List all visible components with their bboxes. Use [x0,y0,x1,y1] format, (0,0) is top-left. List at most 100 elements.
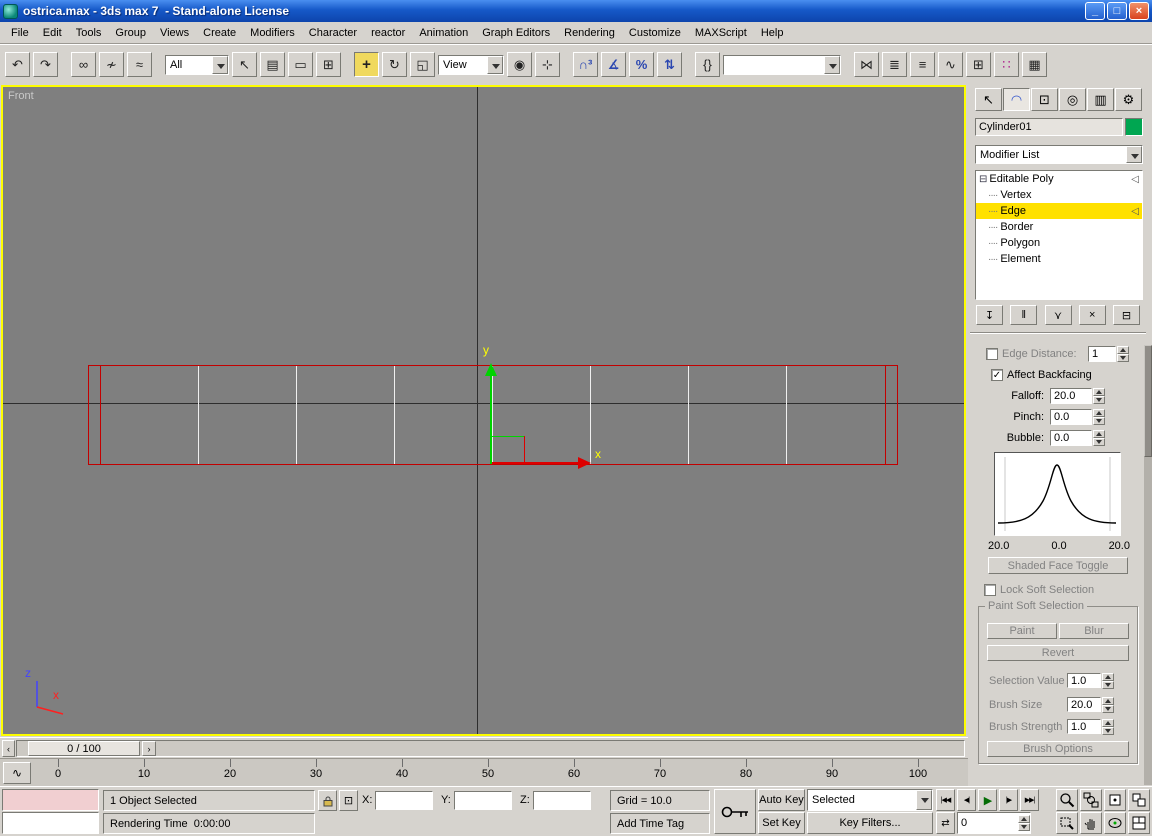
tab-display[interactable]: ▥ [1087,88,1114,111]
zoom-extents-icon[interactable] [1104,789,1126,811]
close-button[interactable]: × [1129,2,1149,20]
brush-size-field[interactable] [1067,697,1101,712]
menu-item[interactable]: Modifiers [243,24,302,42]
next-frame-arrow-button[interactable]: › [142,741,156,756]
min-max-toggle-icon[interactable] [1128,812,1150,834]
modifier-stack-item[interactable]: Element [976,251,1142,267]
paint-button[interactable]: Paint [987,623,1057,639]
maximize-button[interactable]: □ [1107,2,1127,20]
tab-modify[interactable]: ◠ [1003,88,1030,111]
playback-button[interactable]: ▶ [978,789,997,811]
menu-item[interactable]: Edit [36,24,69,42]
tab-motion[interactable]: ◎ [1059,88,1086,111]
select-object-icon[interactable]: ↖ [232,52,257,77]
playback-button[interactable]: ▶▶| [1020,789,1039,811]
y-coordinate-field[interactable] [454,791,512,810]
undo-icon[interactable]: ↶ [5,52,30,77]
gizmo-y-arrowhead[interactable] [485,363,497,376]
select-and-manipulate-icon[interactable]: ⊹ [535,52,560,77]
tab-hierarchy[interactable]: ⊡ [1031,88,1058,111]
menu-item[interactable]: Create [196,24,243,42]
falloff-input[interactable] [1051,389,1091,403]
menu-item[interactable]: reactor [364,24,412,42]
angle-snap-icon[interactable]: ∡ [601,52,626,77]
add-time-tag[interactable]: Add Time Tag [610,813,710,834]
falloff-spinner[interactable] [1093,388,1105,404]
percent-snap-icon[interactable]: % [629,52,654,77]
modifier-stack-item[interactable]: Polygon [976,235,1142,251]
pin-stack-icon[interactable]: ↧ [976,305,1003,325]
selection-value-spinner[interactable] [1102,673,1114,689]
gizmo-x-axis-handle[interactable] [492,462,578,464]
select-and-link-icon[interactable]: ∞ [71,52,96,77]
named-selection-sets-icon[interactable]: {} [695,52,720,77]
menu-item[interactable]: Tools [69,24,109,42]
coordinate-system-dropdown[interactable]: View [438,55,504,75]
auto-key-button[interactable]: Auto Key [758,789,805,811]
scrollbar-thumb[interactable] [1144,345,1152,457]
object-name-field[interactable] [975,118,1123,136]
chevron-down-icon[interactable] [487,56,503,74]
tab-utilities[interactable]: ⚙ [1115,88,1142,111]
playback-button[interactable]: |▶ [999,789,1018,811]
gizmo-xy-plane-handle[interactable] [524,436,525,464]
render-setup-icon[interactable]: ▦ [1022,52,1047,77]
expander-icon[interactable]: ⊟ [979,174,987,185]
edge-distance-input[interactable] [1089,347,1115,361]
current-frame-input[interactable] [958,813,1018,833]
menu-item[interactable]: Group [108,24,153,42]
y-coordinate-input[interactable] [455,792,511,809]
key-filters-button[interactable]: Key Filters... [807,812,933,834]
named-selection-dropdown[interactable] [723,55,841,75]
curve-editor-icon[interactable]: ∿ [938,52,963,77]
modifier-stack-item[interactable]: ⊟ Editable Poly ◁ [976,171,1142,187]
timeline-ruler[interactable]: ∿ 0102030405060708090100 [0,758,968,786]
shaded-face-toggle-button[interactable]: Shaded Face Toggle [988,557,1128,574]
pinch-spinner[interactable] [1093,409,1105,425]
modifier-list-dropdown[interactable]: Modifier List [975,145,1143,164]
spinner-snap-icon[interactable]: ⇅ [657,52,682,77]
z-coordinate-input[interactable] [534,792,590,809]
menu-item[interactable]: Rendering [557,24,622,42]
pinch-field[interactable] [1050,409,1092,425]
remove-modifier-icon[interactable]: × [1079,305,1106,325]
edge-distance-field[interactable] [1088,346,1116,362]
menu-item[interactable]: Character [302,24,364,42]
mirror-icon[interactable]: ⋈ [854,52,879,77]
selection-lock-icon[interactable] [318,790,337,811]
select-and-rotate-icon[interactable]: ↻ [382,52,407,77]
arc-rotate-icon[interactable] [1104,812,1126,834]
redo-icon[interactable]: ↷ [33,52,58,77]
edge-distance-checkbox[interactable] [986,348,998,360]
menu-item[interactable]: Customize [622,24,688,42]
modifier-stack-item[interactable]: Edge ◁ [976,203,1142,219]
object-name-input[interactable] [976,119,1122,135]
playback-button[interactable]: ◀| [957,789,976,811]
selection-value-field[interactable] [1067,673,1101,688]
bubble-field[interactable] [1050,430,1092,446]
maxscript-listener-line[interactable] [2,812,99,834]
viewport-front[interactable]: Front y x z x [1,85,966,736]
menu-item[interactable]: File [4,24,36,42]
viewport-label[interactable]: Front [8,90,34,102]
mini-curve-editor-button[interactable]: ∿ [3,762,31,784]
menu-item[interactable]: Animation [412,24,475,42]
menu-item[interactable]: MAXScript [688,24,754,42]
select-and-move-icon[interactable]: + [354,52,379,77]
chevron-down-icon[interactable] [824,56,840,74]
current-frame-field[interactable] [957,812,1031,834]
set-key-button[interactable]: Set Key [758,812,805,834]
chevron-down-icon[interactable] [212,56,228,74]
key-mode-toggle-icon[interactable]: ⇄ [936,812,955,834]
blur-button[interactable]: Blur [1059,623,1129,639]
brush-strength-input[interactable] [1068,720,1100,733]
panel-scrollbar[interactable] [1144,345,1152,785]
time-slider-track[interactable]: 0 / 100 › [16,740,965,757]
absolute-offset-toggle-icon[interactable]: ⊡ [339,790,358,811]
brush-size-input[interactable] [1068,698,1100,711]
tab-create[interactable]: ↖ [975,88,1002,111]
affect-backfacing-checkbox[interactable]: ✓ [991,369,1003,381]
pan-hand-icon[interactable] [1080,812,1102,834]
playback-button[interactable]: |◀◀ [936,789,955,811]
schematic-view-icon[interactable]: ⊞ [966,52,991,77]
